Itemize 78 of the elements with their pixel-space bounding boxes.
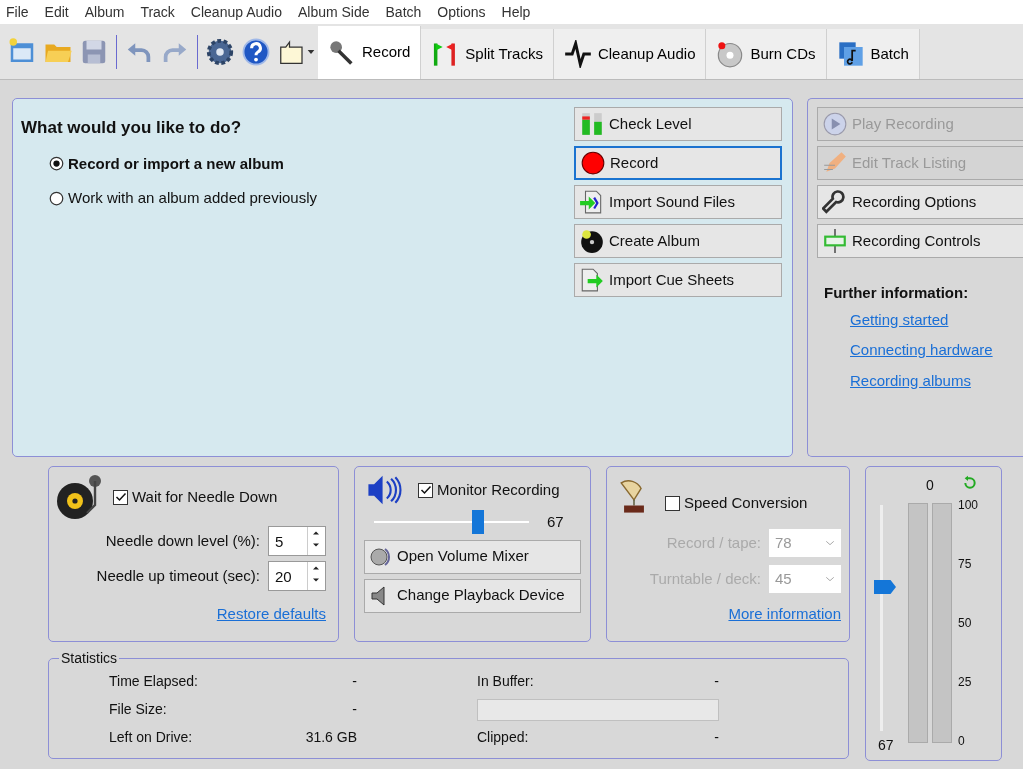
checkmark-icon [419,484,432,496]
action-button[interactable]: Check Level [574,107,782,141]
side-button[interactable]: Recording Options [817,185,1023,219]
info-heading: Further information: [824,283,970,303]
help-link[interactable]: Recording albums [850,369,971,392]
menu-item[interactable]: Batch [385,1,422,23]
scale-tick: 0 [958,733,965,750]
menu-item[interactable]: Album Side [297,1,370,23]
scale-tick: 50 [958,615,972,632]
caret-icon [307,47,315,56]
action-button[interactable]: Record [574,146,782,180]
slider-thumb[interactable] [471,510,484,535]
stat-label: Clipped: [477,728,529,746]
stat-label: Time Elapsed: [109,672,198,690]
panel-heading: What would you like to do? [21,117,243,139]
action-button[interactable]: Create Album [574,224,782,258]
play-icon [822,111,848,137]
top-reading: 0 [926,476,934,495]
vinyl-disc-icon [579,228,605,254]
tab[interactable]: Split Tracks [421,29,554,79]
scale-tick: 100 [958,497,979,514]
settings-icon [205,36,235,67]
wrench-icon [822,189,848,215]
menu-item[interactable]: Track [140,1,175,23]
bottom-reading: 67 [878,736,894,755]
stat-value: - [352,700,357,718]
tab[interactable]: Burn CDs [706,29,827,79]
input-level-thumb[interactable] [874,580,896,594]
field-label: Needle up timeout (sec): [96,565,260,586]
turntable-icon [55,473,103,521]
help-icon [241,36,271,67]
checkbox[interactable]: Wait for Needle Down [113,485,278,509]
action-button[interactable]: Import Sound Files [574,185,782,219]
stat-label: Left on Drive: [109,728,193,746]
number-spinner[interactable]: 5 [268,526,326,556]
menu-item[interactable]: Cleanup Audio [190,1,282,23]
action-button[interactable]: Change Playback Device [364,578,581,613]
radio-icon [49,156,64,172]
field-label: Needle down level (%): [105,530,260,551]
scale-tick: 25 [958,674,972,691]
action-button[interactable]: Import Cue Sheets [574,263,782,297]
checkbox[interactable]: Monitor Recording [418,478,560,502]
menu-item[interactable]: File [6,1,29,23]
tab[interactable]: Batch [826,29,920,79]
file-arrow-icon [579,267,605,293]
record-dot-icon [580,150,606,176]
radio-option[interactable]: Work with an album added previously [49,187,574,210]
stat-value: - [352,672,357,690]
stat-value: - [714,672,719,690]
scale-tick: 75 [958,556,972,573]
radio-option[interactable]: Record or import a new album [49,152,574,175]
action-button[interactable]: Open Volume Mixer [364,539,581,574]
menu-item[interactable]: Edit [44,1,69,23]
music-files-icon [836,40,865,68]
side-button[interactable]: Recording Controls [817,224,1023,258]
help-link[interactable]: Connecting hardware [850,339,993,362]
menu-item[interactable]: Options [437,1,486,23]
checkmark-icon [114,491,127,503]
stat-label: In Buffer: [477,672,534,690]
menu-item[interactable]: Album [84,1,125,23]
number-spinner[interactable]: 20 [268,561,326,591]
radio-icon [49,190,64,206]
chevron-down-icon [825,538,835,548]
tab[interactable]: Cleanup Audio [553,29,707,79]
level-bars-icon [579,111,605,137]
help-link[interactable]: Getting started [850,308,949,331]
slider-control-icon [822,228,848,254]
slider-value: 67 [547,512,564,532]
waveform-icon [563,40,592,68]
stat-label: File Size: [109,700,167,718]
stat-value: 31.6 GB [305,728,357,746]
cd-icon [716,40,745,68]
stat-value: - [714,728,719,746]
menu-item[interactable]: Help [501,1,531,23]
refresh-icon[interactable] [962,475,978,491]
group-title: Statistics [59,651,119,665]
chevron-down-icon [825,574,835,584]
tab[interactable]: Record [318,26,422,79]
